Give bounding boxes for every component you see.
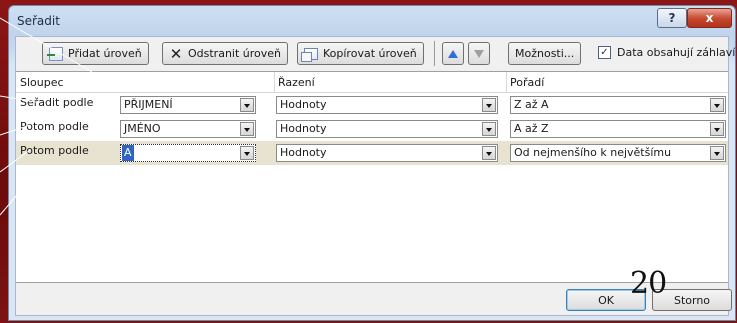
sort-on-select-value: Hodnoty <box>280 146 327 159</box>
chevron-down-icon[interactable] <box>710 98 724 112</box>
order-select[interactable]: Z až A <box>510 96 726 114</box>
dialog-footer: OK Storno <box>16 281 732 317</box>
chevron-down-icon[interactable] <box>710 122 724 136</box>
order-select-value: Z až A <box>514 98 549 111</box>
options-button[interactable]: Možnosti... <box>508 42 582 65</box>
sort-on-select[interactable]: Hodnoty <box>276 144 498 162</box>
row-label: Potom podle <box>20 144 89 157</box>
slide-page-number: 20 <box>630 266 667 301</box>
sort-on-select-value: Hodnoty <box>280 122 327 135</box>
column-select-value: A <box>122 145 134 161</box>
move-up-button[interactable] <box>442 42 464 65</box>
close-icon: x <box>705 11 714 25</box>
help-button[interactable]: ? <box>657 8 687 28</box>
column-select-value: JMÉNO <box>124 122 161 135</box>
cancel-label: Storno <box>673 293 711 307</box>
sort-dialog: Seřadit ? x Přidat úroveň ✕ Odstranit úr… <box>8 5 736 321</box>
order-select[interactable]: A až Z <box>510 120 726 138</box>
column-header-sort-on: Řazení <box>278 76 315 89</box>
remove-level-label: Odstranit úroveň <box>188 47 282 60</box>
chevron-down-icon[interactable] <box>482 146 496 160</box>
move-down-button[interactable] <box>468 42 490 65</box>
arrow-down-icon <box>474 49 484 58</box>
column-select[interactable]: JMÉNO <box>120 120 256 138</box>
help-icon: ? <box>668 11 676 25</box>
sort-on-select[interactable]: Hodnoty <box>276 96 498 114</box>
copy-level-button[interactable]: Kopírovat úroveň <box>297 42 424 65</box>
ok-label: OK <box>598 293 614 307</box>
chevron-down-icon[interactable] <box>710 146 724 160</box>
close-button[interactable]: x <box>687 8 732 28</box>
column-select-value: PŘIJMENÍ <box>124 98 173 111</box>
sort-on-select[interactable]: Hodnoty <box>276 120 498 138</box>
column-select[interactable]: PŘIJMENÍ <box>120 96 256 114</box>
chevron-down-icon[interactable] <box>240 122 254 136</box>
sort-levels-grid: Sloupec Řazení Pořadí Seřadit podle PŘIJ… <box>16 71 728 283</box>
sort-on-select-value: Hodnoty <box>280 98 327 111</box>
remove-level-button[interactable]: ✕ Odstranit úroveň <box>162 42 289 65</box>
dialog-body: Přidat úroveň ✕ Odstranit úroveň Kopírov… <box>15 36 735 317</box>
sort-level-row[interactable]: Seřadit podle PŘIJMENÍ Hodnoty Z až A <box>16 93 728 117</box>
chevron-down-icon[interactable] <box>482 122 496 136</box>
add-level-icon <box>47 46 63 61</box>
dialog-titlebar[interactable]: Seřadit ? x <box>9 6 735 36</box>
order-select-value: Od nejmenšího k největšímu <box>514 146 672 159</box>
order-select-value: A až Z <box>514 122 549 135</box>
grid-divider <box>274 72 275 92</box>
sort-toolbar: Přidat úroveň ✕ Odstranit úroveň Kopírov… <box>16 37 735 71</box>
chevron-down-icon[interactable] <box>482 98 496 112</box>
add-level-label: Přidat úroveň <box>68 47 142 60</box>
header-checkbox-label: Data obsahují záhlaví <box>617 46 736 59</box>
delete-x-icon: ✕ <box>169 44 183 63</box>
options-label: Možnosti... <box>515 47 575 60</box>
arrow-up-icon <box>448 49 458 58</box>
header-checkbox[interactable]: ✓ <box>598 46 611 59</box>
grid-header: Sloupec Řazení Pořadí <box>16 72 728 93</box>
dialog-title: Seřadit <box>17 14 60 28</box>
row-label: Seřadit podle <box>20 96 94 109</box>
chevron-down-icon[interactable] <box>240 146 254 160</box>
sort-level-row[interactable]: Potom podle JMÉNO Hodnoty A až Z <box>16 117 728 141</box>
add-level-button[interactable]: Přidat úroveň <box>42 42 149 65</box>
copy-icon <box>301 47 318 62</box>
toolbar-separator <box>434 41 435 66</box>
column-select[interactable]: A <box>120 144 256 162</box>
header-checkbox-row[interactable]: ✓ Data obsahují záhlaví <box>598 46 735 59</box>
sort-level-row-selected[interactable]: Potom podle A Hodnoty Od nejmenšího k ne… <box>16 141 728 165</box>
column-header-column: Sloupec <box>20 76 64 89</box>
chevron-down-icon[interactable] <box>240 98 254 112</box>
row-label: Potom podle <box>20 120 89 133</box>
column-header-order: Pořadí <box>510 76 545 89</box>
copy-level-label: Kopírovat úroveň <box>323 47 417 60</box>
grid-divider <box>506 72 507 92</box>
order-select[interactable]: Od nejmenšího k největšímu <box>510 144 726 162</box>
